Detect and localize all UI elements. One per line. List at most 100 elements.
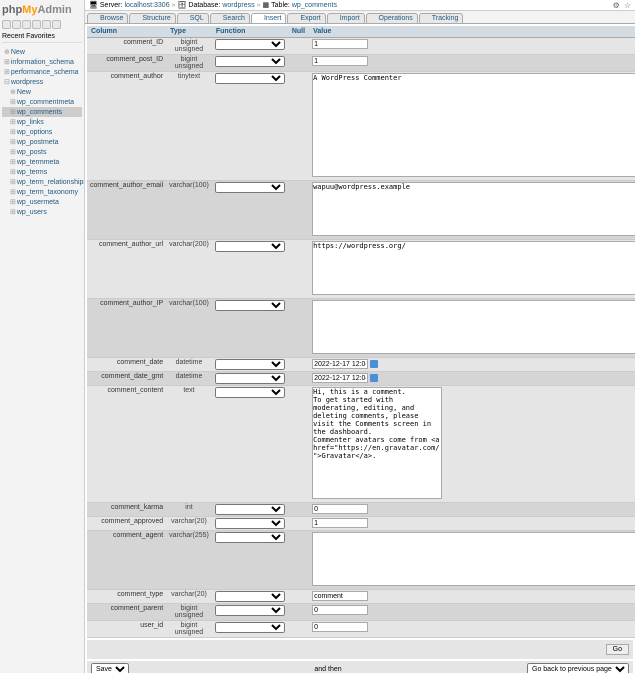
tree-table-wp_options[interactable]: ⊞wp_options <box>2 127 82 137</box>
function-select[interactable] <box>215 359 285 370</box>
header-value: Value <box>309 26 635 38</box>
breadcrumb-database[interactable]: wordpress <box>222 2 254 9</box>
function-select[interactable] <box>215 73 285 84</box>
go-button[interactable]: Go <box>606 644 629 655</box>
tab-search[interactable]: Search <box>210 13 250 23</box>
tree-table-wp_terms[interactable]: ⊞wp_terms <box>2 167 82 177</box>
null-cell <box>288 358 309 372</box>
tree-table-wp_termmeta[interactable]: ⊞wp_termmeta <box>2 157 82 167</box>
database-icon: 🗄 <box>178 1 187 9</box>
main: ⚙ ☆ 🖥 Server: localhost:3306 » 🗄 Databas… <box>85 0 635 673</box>
server-icon: 🖥 <box>89 1 98 9</box>
column-type: varchar(255) <box>166 531 212 590</box>
reload-icon[interactable] <box>52 20 61 29</box>
field-row-comment_parent: comment_parentbigint unsigned <box>87 604 635 621</box>
header-null: Null <box>288 26 309 38</box>
column-name: comment_post_ID <box>87 55 166 72</box>
value-input[interactable] <box>312 39 368 49</box>
tab-structure[interactable]: Structure <box>129 13 175 23</box>
action-select[interactable]: Save <box>91 663 129 673</box>
column-name: comment_type <box>87 590 166 604</box>
tree-table-wp_postmeta[interactable]: ⊞wp_postmeta <box>2 137 82 147</box>
function-select[interactable] <box>215 605 285 616</box>
tree-table-wp_commentmeta[interactable]: ⊞wp_commentmeta <box>2 97 82 107</box>
after-action-select[interactable]: Go back to previous page <box>527 663 629 673</box>
tree-db-wordpress[interactable]: ⊟wordpress <box>2 77 82 87</box>
value-textarea[interactable]: A WordPress Commenter <box>312 73 635 177</box>
column-name: comment_date <box>87 358 166 372</box>
column-name: comment_ID <box>87 38 166 55</box>
top-right-icons: ⚙ ☆ <box>613 1 631 10</box>
value-textarea[interactable]: Hi, this is a comment. To get started wi… <box>312 387 442 499</box>
logo[interactable]: phpMyAdmin <box>2 2 82 18</box>
function-select[interactable] <box>215 504 285 515</box>
function-select[interactable] <box>215 373 285 384</box>
value-input[interactable] <box>312 373 368 383</box>
function-select[interactable] <box>215 387 285 398</box>
value-input[interactable] <box>312 359 368 369</box>
value-input[interactable] <box>312 56 368 66</box>
null-cell <box>288 181 309 240</box>
tree-new[interactable]: ⊕New <box>2 47 82 57</box>
value-input[interactable] <box>312 504 368 514</box>
value-textarea[interactable] <box>312 532 635 586</box>
field-row-comment_date_gmt: comment_date_gmtdatetime <box>87 372 635 386</box>
function-select[interactable] <box>215 622 285 633</box>
column-type: bigint unsigned <box>166 55 212 72</box>
sidebar: phpMyAdmin Recent Favorites ⊕New ⊞inform… <box>0 0 85 673</box>
function-select[interactable] <box>215 39 285 50</box>
column-type: varchar(100) <box>166 299 212 358</box>
column-name: user_id <box>87 621 166 638</box>
settings-icon[interactable] <box>42 20 51 29</box>
tree-table-wp_comments[interactable]: ⊞wp_comments <box>2 107 82 117</box>
tree-table-wp_term_relationships[interactable]: ⊞wp_term_relationships <box>2 177 82 187</box>
value-textarea[interactable] <box>312 300 635 354</box>
tree-table-wp_links[interactable]: ⊞wp_links <box>2 117 82 127</box>
tree-table-wp_usermeta[interactable]: ⊞wp_usermeta <box>2 197 82 207</box>
tab-tracking[interactable]: Tracking <box>419 13 464 23</box>
star-icon[interactable]: ☆ <box>624 1 631 10</box>
tab-sql[interactable]: SQL <box>177 13 209 23</box>
tab-import[interactable]: Import <box>327 13 365 23</box>
null-cell <box>288 55 309 72</box>
docs-icon[interactable] <box>22 20 31 29</box>
field-row-comment_approved: comment_approvedvarchar(20) <box>87 517 635 531</box>
calendar-icon[interactable] <box>370 360 378 368</box>
logout-icon[interactable] <box>12 20 21 29</box>
value-textarea[interactable]: https://wordpress.org/ <box>312 241 635 295</box>
value-input[interactable] <box>312 518 368 528</box>
value-input[interactable] <box>312 605 368 615</box>
breadcrumb-server[interactable]: localhost:3306 <box>124 2 169 9</box>
field-row-comment_author_url: comment_author_urlvarchar(200)https://wo… <box>87 240 635 299</box>
tree-db-information-schema[interactable]: ⊞information_schema <box>2 57 82 67</box>
value-input[interactable] <box>312 591 368 601</box>
and-then-label: and then <box>133 666 523 673</box>
breadcrumb-table[interactable]: wp_comments <box>292 2 337 9</box>
tree-table-wp_users[interactable]: ⊞wp_users <box>2 207 82 217</box>
calendar-icon[interactable] <box>370 374 378 382</box>
null-cell <box>288 621 309 638</box>
function-select[interactable] <box>215 300 285 311</box>
function-select[interactable] <box>215 182 285 193</box>
tab-export[interactable]: Export <box>287 13 325 23</box>
function-select[interactable] <box>215 591 285 602</box>
value-textarea[interactable]: wapuu@wordpress.example <box>312 182 635 236</box>
tree-table-wp_posts[interactable]: ⊞wp_posts <box>2 147 82 157</box>
value-input[interactable] <box>312 622 368 632</box>
function-select[interactable] <box>215 56 285 67</box>
function-select[interactable] <box>215 518 285 529</box>
function-select[interactable] <box>215 241 285 252</box>
gear-icon[interactable]: ⚙ <box>613 1 620 10</box>
tree-db-performance-schema[interactable]: ⊞performance_schema <box>2 67 82 77</box>
tab-operations[interactable]: Operations <box>366 13 418 23</box>
recent-favorites[interactable]: Recent Favorites <box>2 31 82 43</box>
tab-insert[interactable]: Insert <box>251 13 287 23</box>
home-icon[interactable] <box>2 20 11 29</box>
tab-browse[interactable]: Browse <box>87 13 128 23</box>
null-cell <box>288 503 309 517</box>
tree-wp-new[interactable]: ⊕New <box>2 87 82 97</box>
function-select[interactable] <box>215 532 285 543</box>
nav-icon[interactable] <box>32 20 41 29</box>
tree-table-wp_term_taxonomy[interactable]: ⊞wp_term_taxonomy <box>2 187 82 197</box>
column-type: varchar(200) <box>166 240 212 299</box>
